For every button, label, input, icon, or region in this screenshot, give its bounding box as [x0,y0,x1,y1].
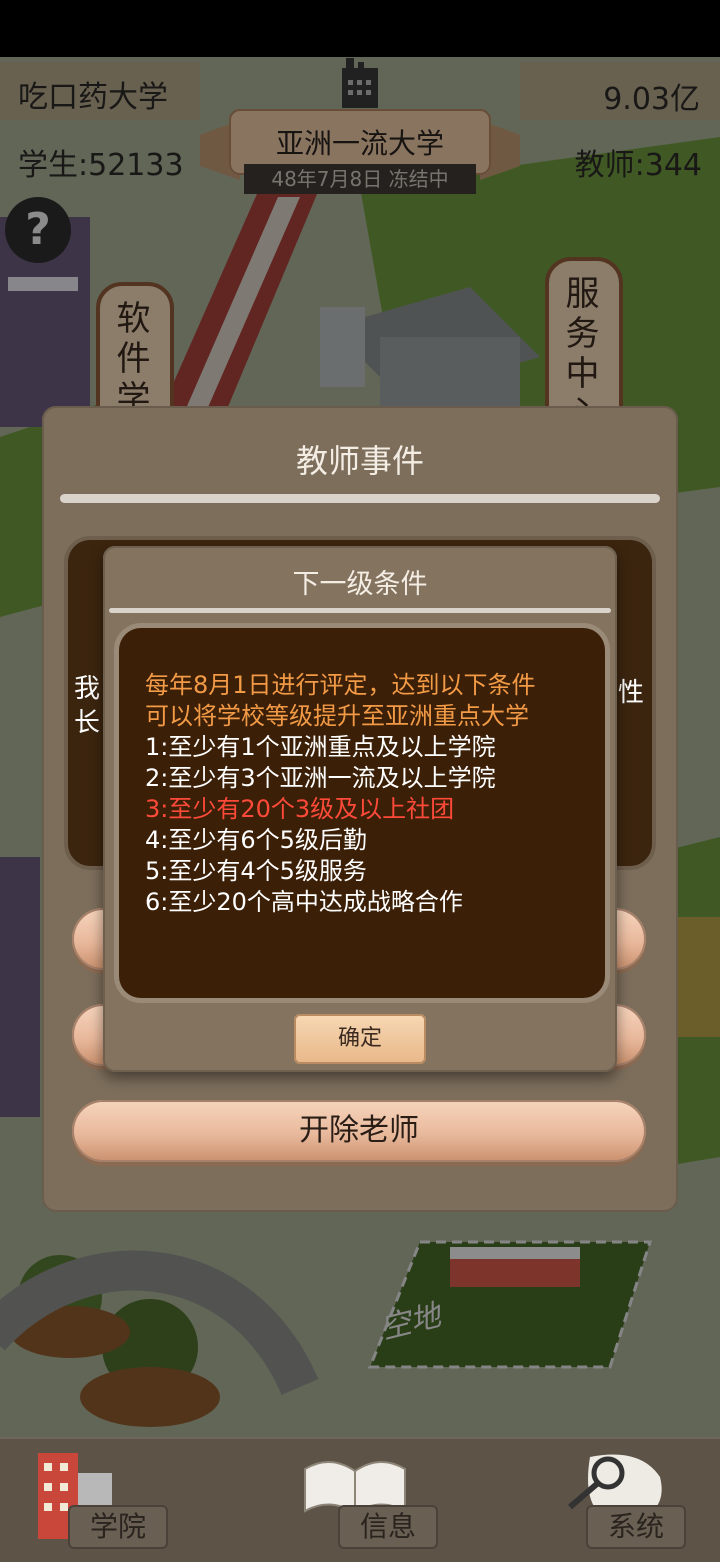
nav-system[interactable]: 系统 [560,1443,700,1559]
nav-info[interactable]: 信息 [300,1443,440,1559]
event-side-text-right: 性 [618,678,645,708]
teacher-event-title: 教师事件 [295,442,424,480]
intro-line-2: 可以将学校等级提升至亚洲重点大学 [145,702,529,730]
conditions-list: 每年8月1日进行评定，达到以下条件 可以将学校等级提升至亚洲重点大学 1:至少有… [145,670,536,918]
panel-divider [60,494,660,503]
nav-college-label: 学院 [68,1505,168,1549]
condition-item: 1:至少有1个亚洲重点及以上学院 [145,733,496,761]
fire-teacher-button[interactable]: 开除老师 [72,1100,646,1162]
nav-info-label: 信息 [338,1505,438,1549]
nav-college[interactable]: 学院 [30,1443,170,1559]
condition-item: 6:至少20个高中达成战略合作 [145,888,463,916]
fire-teacher-label: 开除老师 [299,1113,419,1148]
condition-item: 2:至少有3个亚洲一流及以上学院 [145,764,496,792]
next-level-dialog: 下一级条件 每年8月1日进行评定，达到以下条件 可以将学校等级提升至亚洲重点大学… [103,546,617,1072]
intro-line-1: 每年8月1日进行评定，达到以下条件 [145,671,536,699]
confirm-button[interactable]: 确定 [294,1014,426,1064]
dialog-divider [109,608,611,613]
nav-system-label: 系统 [586,1505,686,1549]
next-level-title: 下一级条件 [292,569,428,600]
condition-item: 4:至少有6个5级后勤 [145,826,367,854]
conditions-box: 每年8月1日进行评定，达到以下条件 可以将学校等级提升至亚洲重点大学 1:至少有… [119,628,605,998]
status-bar [0,0,720,57]
condition-item: 5:至少有4个5级服务 [145,857,367,885]
bottom-nav: 学院 信息 系统 [0,1437,720,1562]
condition-item-unmet: 3:至少有20个3级及以上社团 [145,795,455,823]
